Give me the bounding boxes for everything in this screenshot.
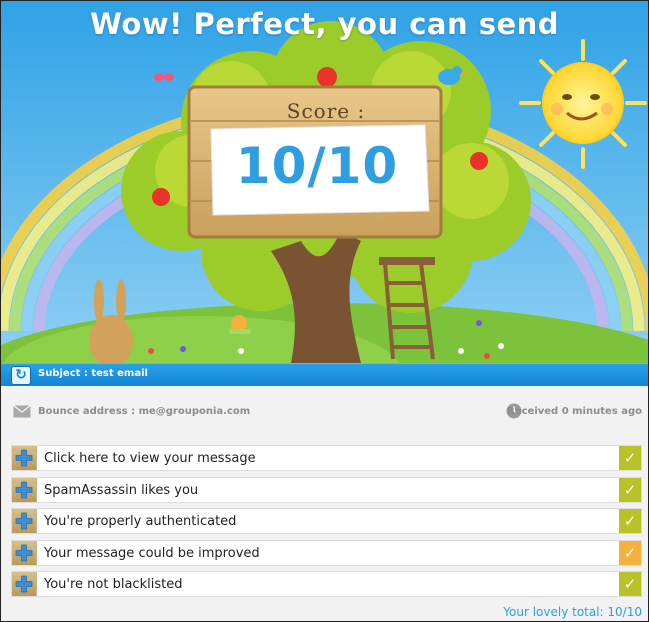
result-row-blacklist[interactable]: You're not blacklisted ✓ bbox=[11, 571, 642, 598]
result-row-spamassassin[interactable]: SpamAssassin likes you ✓ bbox=[11, 476, 642, 503]
subject-text: Subject : test email bbox=[38, 368, 148, 379]
bounce-address: Bounce address : me@grouponia.com bbox=[38, 406, 251, 417]
hero-illustration: Wow! Perfect, you can send Score : 10/10 bbox=[1, 1, 648, 363]
expand-plus-icon[interactable] bbox=[12, 446, 37, 470]
app-frame: Wow! Perfect, you can send Score : 10/10… bbox=[0, 0, 649, 622]
result-label: SpamAssassin likes you bbox=[44, 482, 199, 498]
results-list: Click here to view your message ✓ SpamAs… bbox=[11, 445, 642, 603]
result-row-authentication[interactable]: You're properly authenticated ✓ bbox=[11, 508, 642, 535]
received-time: Received 0 minutes ago bbox=[507, 406, 642, 417]
expand-plus-icon[interactable] bbox=[12, 572, 37, 597]
check-icon: ✓ bbox=[619, 477, 641, 502]
result-row-view-message[interactable]: Click here to view your message ✓ bbox=[11, 445, 642, 471]
expand-plus-icon[interactable] bbox=[12, 509, 37, 534]
result-label: Your message could be improved bbox=[44, 545, 260, 561]
score-label: Score : bbox=[286, 99, 366, 123]
check-icon: ✓ bbox=[619, 540, 641, 565]
result-label: You're not blacklisted bbox=[44, 577, 183, 593]
expand-plus-icon[interactable] bbox=[12, 477, 37, 502]
check-icon: ✓ bbox=[619, 572, 641, 597]
refresh-icon: ↻ bbox=[15, 367, 27, 383]
result-row-message-improvement[interactable]: Your message could be improved ✓ bbox=[11, 539, 642, 566]
score-value: 10/10 bbox=[235, 137, 399, 195]
result-label: Click here to view your message bbox=[44, 451, 256, 466]
refresh-button[interactable]: ↻ bbox=[11, 366, 31, 385]
result-headline: Wow! Perfect, you can send bbox=[89, 7, 560, 41]
expand-plus-icon[interactable] bbox=[12, 540, 37, 565]
total-score: Your lovely total: 10/10 bbox=[503, 605, 642, 619]
result-label: You're properly authenticated bbox=[44, 514, 237, 530]
subject-bar: ↻ Subject : test email bbox=[1, 363, 648, 386]
check-icon: ✓ bbox=[619, 509, 641, 534]
info-row: Bounce address : me@grouponia.com Receiv… bbox=[1, 399, 648, 423]
check-icon: ✓ bbox=[619, 446, 641, 470]
envelope-icon bbox=[13, 405, 31, 418]
